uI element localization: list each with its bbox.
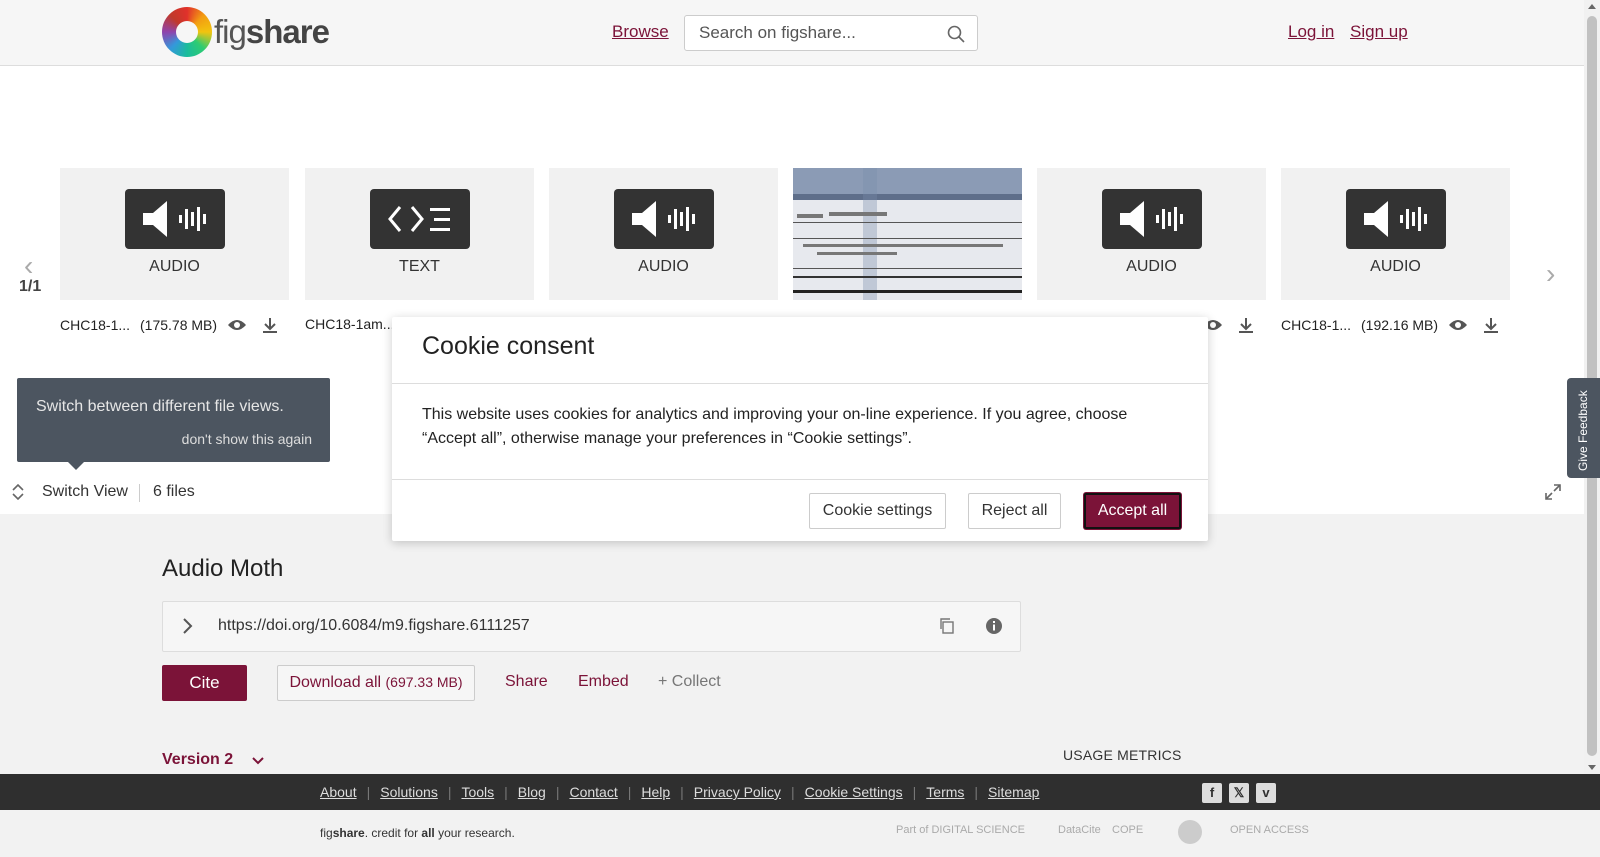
- divider: [392, 479, 1208, 480]
- cookie-dialog-title: Cookie consent: [422, 332, 595, 360]
- cookie-dialog-body: This website uses cookies for analytics …: [422, 406, 1128, 447]
- cookie-settings-button[interactable]: Cookie settings: [809, 493, 946, 529]
- reject-all-button[interactable]: Reject all: [968, 493, 1061, 529]
- divider: [392, 383, 1208, 384]
- accept-all-button[interactable]: Accept all: [1084, 493, 1181, 529]
- cookie-consent-dialog: Cookie consent This website uses cookies…: [392, 317, 1208, 541]
